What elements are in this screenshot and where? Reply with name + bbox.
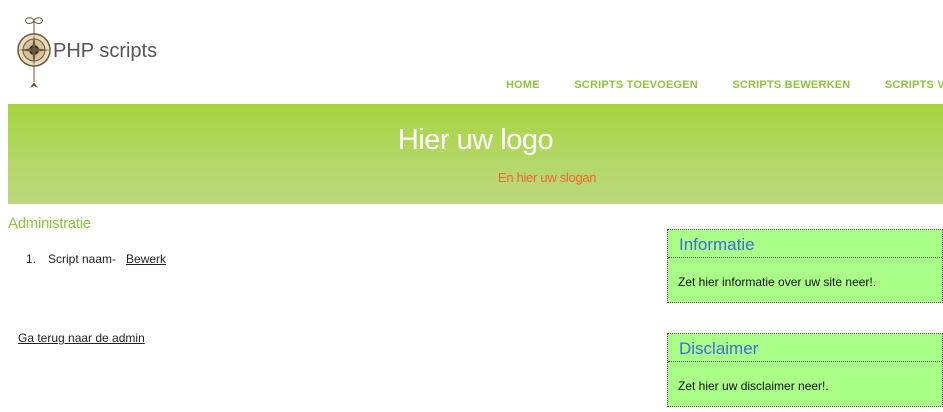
- disclaimer-box-title: Disclaimer: [668, 334, 942, 362]
- edit-link[interactable]: Bewerk: [126, 252, 166, 266]
- info-box-text: Zet hier informatie over uw site neer!.: [678, 275, 877, 289]
- disclaimer-box: Disclaimer Zet hier uw disclaimer neer!.: [667, 333, 943, 407]
- info-box-title: Informatie: [668, 230, 942, 258]
- banner-title: Hier uw logo: [397, 124, 554, 156]
- page-title: Administratie: [8, 215, 91, 232]
- nav-scripts-bewerken[interactable]: SCRIPTS BEWERKEN: [732, 79, 850, 91]
- main-nav: HOME SCRIPTS TOEVOEGEN SCRIPTS BEWERKEN …: [506, 75, 943, 93]
- script-list: 1. Script naam- Bewerk: [26, 252, 166, 266]
- nav-scripts-toevoegen[interactable]: SCRIPTS TOEVOEGEN: [574, 79, 698, 91]
- script-name: Script naam-: [48, 252, 117, 266]
- list-item: 1. Script naam- Bewerk: [26, 252, 166, 266]
- nav-scripts-verwijderen[interactable]: SCRIPTS VERWIJ: [885, 79, 943, 91]
- banner-slogan: En hier uw slogan: [498, 170, 597, 185]
- compass-rose-icon[interactable]: [12, 16, 56, 92]
- back-to-admin-link[interactable]: Ga terug naar de admin: [18, 331, 145, 345]
- site-title: PHP scripts: [53, 40, 158, 62]
- disclaimer-box-text: Zet hier uw disclaimer neer!.: [678, 379, 829, 393]
- list-item-number: 1.: [26, 252, 37, 266]
- banner: Hier uw logo En hier uw slogan: [8, 104, 943, 204]
- nav-home[interactable]: HOME: [506, 79, 540, 91]
- info-box: Informatie Zet hier informatie over uw s…: [667, 229, 943, 303]
- page: PHP scripts HOME SCRIPTS TOEVOEGEN SCRIP…: [0, 0, 943, 412]
